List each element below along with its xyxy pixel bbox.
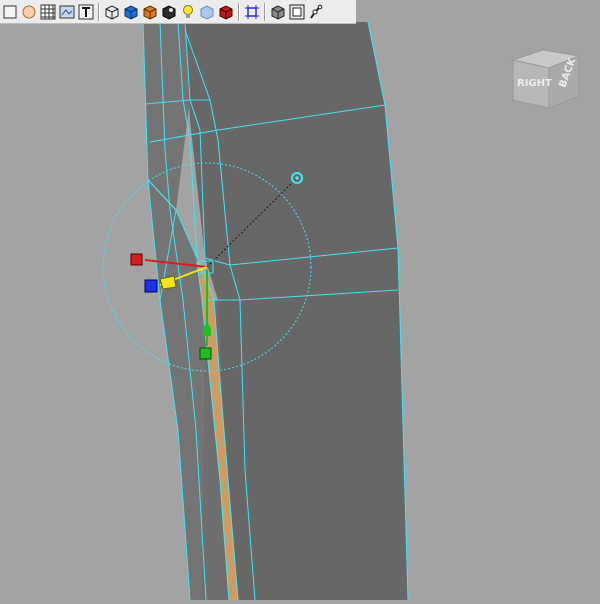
light-bulb-icon[interactable] (179, 3, 197, 21)
y-axis-handle[interactable] (199, 347, 212, 360)
xray-cube-icon[interactable] (198, 3, 216, 21)
joint-tool-icon[interactable] (307, 3, 325, 21)
wireframe-sphere-icon[interactable] (20, 3, 38, 21)
select-box-icon[interactable] (1, 3, 19, 21)
xray-joints-icon[interactable] (269, 3, 287, 21)
wireframe-cube-icon[interactable] (103, 3, 121, 21)
text-tool-icon[interactable] (77, 3, 95, 21)
grid-shaded-icon[interactable] (39, 3, 57, 21)
toolbar-separator (262, 2, 268, 22)
lighting-icon[interactable] (160, 3, 178, 21)
x-axis-handle[interactable] (130, 253, 143, 266)
isolate-select-icon[interactable] (243, 3, 261, 21)
toolbar-separator (236, 2, 242, 22)
resolution-gate-icon[interactable] (288, 3, 306, 21)
toolbar-separator (96, 2, 102, 22)
panel-toolbar (0, 0, 356, 24)
mesh-object[interactable] (143, 22, 408, 601)
backface-cube-icon[interactable] (217, 3, 235, 21)
smooth-shade-cube-icon[interactable] (122, 3, 140, 21)
textured-cube-icon[interactable] (141, 3, 159, 21)
z-axis-handle[interactable] (144, 279, 158, 293)
view-cube[interactable]: RIGHT BACK (505, 46, 587, 116)
view-cube-front-label[interactable]: RIGHT (517, 78, 552, 89)
texture-view-icon[interactable] (58, 3, 76, 21)
